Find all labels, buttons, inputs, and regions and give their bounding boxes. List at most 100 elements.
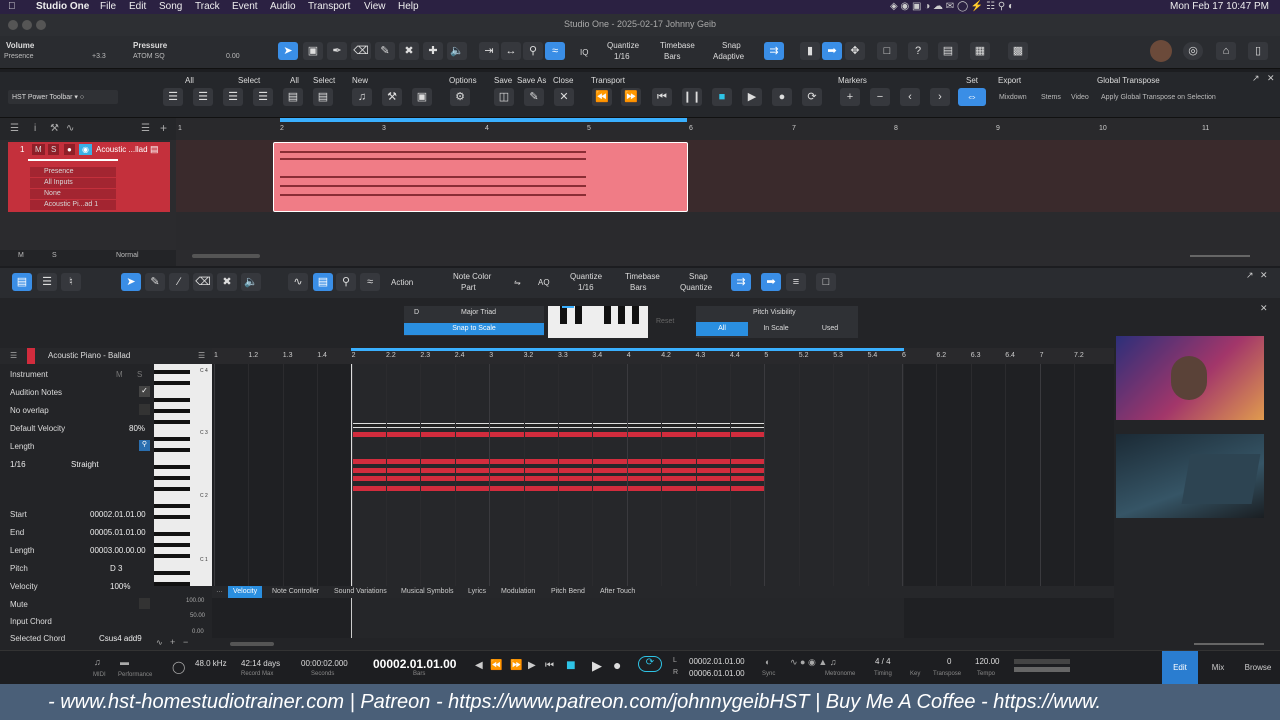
menu-audio[interactable]: Audio [270, 1, 296, 12]
scale-reset-button[interactable]: Reset [656, 318, 674, 325]
export-mixdown[interactable]: Mixdown [999, 94, 1027, 101]
menu-edit[interactable]: Edit [129, 1, 146, 12]
black-key[interactable] [154, 554, 190, 559]
auto-scroll-icon[interactable]: ≈ [545, 42, 565, 60]
remove-lane-icon[interactable]: − [183, 637, 188, 647]
black-key[interactable] [154, 397, 190, 402]
default-velocity-value[interactable]: 80% [129, 424, 145, 433]
editor-close-icon[interactable]: ✕ [1260, 270, 1268, 281]
transport-end-icon[interactable]: ▶ [528, 660, 536, 671]
lane-menu-icon[interactable]: … [216, 587, 223, 594]
black-key[interactable] [154, 380, 190, 385]
editor-listen-icon[interactable]: 🔈 [241, 273, 261, 291]
pv-in-scale-button[interactable]: In Scale [750, 322, 802, 336]
edit-view-button[interactable]: Edit [1162, 651, 1198, 685]
instrument-keys-icon[interactable]: ▤ [150, 144, 159, 155]
wrench-icon[interactable]: ⚒ [50, 123, 59, 134]
length-value[interactable]: 1/16 [10, 460, 26, 469]
editor-timebase-value[interactable]: Bars [630, 283, 646, 292]
quantize-value[interactable]: 1/16 [614, 52, 630, 61]
transport-start-icon[interactable]: ⏮ [545, 660, 554, 671]
empty-lane[interactable] [176, 212, 1280, 250]
range-tool-icon[interactable]: ▣ [303, 42, 323, 60]
next-marker-icon[interactable]: › [930, 88, 950, 106]
editor-fit-icon[interactable]: □ [816, 273, 836, 291]
track-name[interactable]: Acoustic ...llad [96, 145, 148, 154]
arrange-zoom-slider[interactable] [1190, 255, 1250, 257]
add-marker-icon[interactable]: + [840, 88, 860, 106]
editor-snap-value[interactable]: Quantize [680, 283, 712, 292]
track-mute-button[interactable]: M [32, 144, 45, 155]
track-row-input[interactable]: All Inputs [30, 178, 116, 188]
black-key[interactable] [154, 582, 190, 586]
record-icon[interactable]: ● [772, 88, 792, 106]
lane-tab-note-controller[interactable]: Note Controller [272, 588, 319, 595]
note-color-value[interactable]: Part [461, 283, 476, 292]
editor-zoom-icon[interactable]: ⚲ [336, 273, 356, 291]
seconds-display[interactable]: 00:00:02.000 [301, 659, 348, 668]
editor-zoom-slider[interactable] [1194, 643, 1264, 645]
track-volume-bar[interactable] [28, 159, 118, 161]
end-value[interactable]: 00005.01.01.00 [90, 528, 146, 537]
rewind-icon[interactable]: ⏪ [592, 88, 612, 106]
track-list-icon[interactable]: ☰ [10, 123, 19, 134]
inspector-icon[interactable]: i [34, 123, 36, 134]
track-row-output[interactable]: Presence [30, 167, 116, 177]
mute-tool-icon[interactable]: ✖ [399, 42, 419, 60]
menu-help[interactable]: Help [398, 1, 419, 12]
expand-icon[interactable]: ↗ [1252, 73, 1260, 84]
save-as-icon[interactable]: ✎ [524, 88, 544, 106]
tempo-value[interactable]: 120.00 [975, 657, 999, 666]
macro-select-2-icon[interactable]: ☰ [253, 88, 273, 106]
track-solo-button[interactable]: S [48, 144, 60, 155]
close-song-icon[interactable]: ✕ [554, 88, 574, 106]
lane-curve-icon[interactable]: ∿ [156, 638, 163, 647]
performance-meter[interactable]: ▬ [120, 657, 129, 667]
pressure-value[interactable]: 0.00 [226, 53, 240, 60]
set-loop-icon[interactable]: ⇔ [958, 88, 986, 106]
editor-line-icon[interactable]: ∕ [169, 273, 189, 291]
editor-snap-toggle-icon[interactable]: ⇉ [731, 273, 751, 291]
browse-view-button[interactable]: Browse [1238, 651, 1278, 685]
mute-checkbox[interactable] [139, 598, 150, 609]
black-key[interactable] [154, 436, 190, 441]
loop-start[interactable]: 00002.01.01.00 [689, 657, 745, 666]
menu-transport[interactable]: Transport [308, 1, 350, 12]
editor-inspector-icon[interactable]: ▤ [12, 273, 32, 291]
transport-forward-icon[interactable]: ⏩ [510, 660, 522, 671]
return-to-zero-icon[interactable]: ⏮ [652, 88, 672, 106]
prev-marker-icon[interactable]: ‹ [900, 88, 920, 106]
instrument-list-icon[interactable]: ☰ [198, 351, 205, 360]
paint-tool-icon[interactable]: ✎ [375, 42, 395, 60]
transport-rtz-icon[interactable]: ◀ [475, 660, 483, 671]
menu-track[interactable]: Track [195, 1, 220, 12]
fast-forward-icon[interactable]: ⏩ [621, 88, 641, 106]
arrange-h-scrollbar[interactable] [192, 254, 260, 258]
track-lane[interactable] [176, 140, 1280, 212]
editor-expand-icon[interactable]: ↗ [1246, 270, 1254, 281]
editor-eraser-icon[interactable]: ⌫ [193, 273, 213, 291]
note-length-value[interactable]: 00003.00.00.00 [90, 546, 146, 555]
add-track-icon[interactable]: + [160, 121, 167, 135]
black-key[interactable] [154, 464, 190, 469]
app-menu[interactable]: Studio One [36, 1, 89, 12]
snap-toggle-icon[interactable]: ⇉ [764, 42, 784, 60]
record-arm-icon[interactable]: ● [64, 144, 75, 155]
lane-tab-sound-variations[interactable]: Sound Variations [334, 588, 387, 595]
arrow-tool-icon[interactable]: ➤ [278, 42, 298, 60]
velocity-value[interactable]: 100% [110, 582, 130, 591]
new-tool-icon[interactable]: ⚒ [382, 88, 402, 106]
transport-loop-icon[interactable]: ⟳ [638, 656, 662, 672]
loop-range[interactable] [280, 118, 687, 122]
iq-icon[interactable]: IQ [580, 48, 588, 57]
loop-icon[interactable]: ⟳ [802, 88, 822, 106]
editor-h-scrollbar[interactable] [230, 642, 274, 646]
main-volume-meter[interactable] [1014, 659, 1070, 664]
transport-stop-icon[interactable]: ■ [566, 657, 576, 675]
instrument-menu-icon[interactable]: ☰ [10, 351, 17, 360]
no-overlap-checkbox[interactable] [139, 404, 150, 415]
scale-keyboard[interactable] [548, 306, 648, 338]
apple-icon[interactable]:  [8, 1, 16, 12]
monitor-icon[interactable]: ◉ [79, 144, 92, 155]
transport-record-icon[interactable]: ● [613, 657, 621, 673]
